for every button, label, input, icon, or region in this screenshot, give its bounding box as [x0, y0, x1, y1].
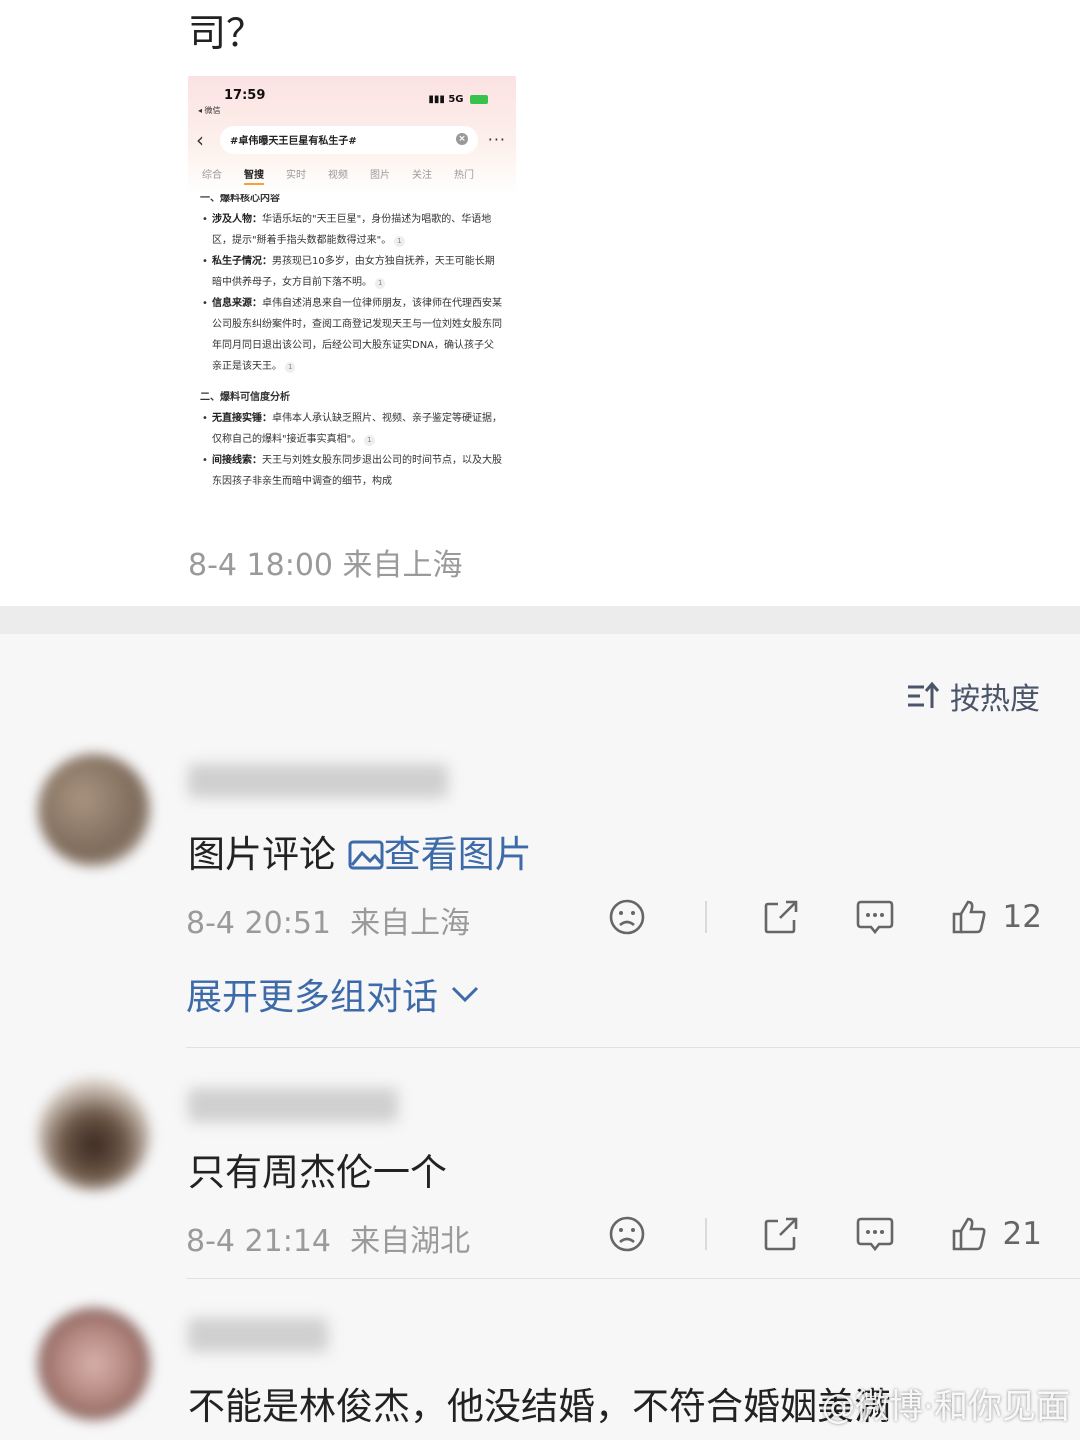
image-icon: [348, 840, 384, 870]
like-count: 12: [1002, 899, 1042, 935]
username-blurred[interactable]: [188, 1318, 328, 1352]
battery-icon: [470, 94, 488, 104]
username-blurred[interactable]: [188, 764, 448, 798]
screenshot-tab: 视频: [328, 170, 348, 181]
comment-text: 只有周杰伦一个: [188, 1151, 447, 1194]
reply-button[interactable]: [855, 1214, 895, 1254]
sort-button[interactable]: 按热度: [906, 674, 1040, 718]
comment-time: 8-4 20:51: [186, 906, 331, 941]
citation-badge: 1: [364, 435, 375, 446]
citation-badge: 1: [285, 362, 296, 373]
view-image-link[interactable]: 查看图片: [348, 833, 532, 876]
screenshot-tab: 实时: [286, 170, 306, 181]
status-network: ▮▮▮ 5G: [428, 94, 488, 105]
status-back-app: ◂ 微信: [198, 106, 221, 115]
like-button[interactable]: [949, 1214, 989, 1254]
screenshot-search-bar: #卓伟曝天王巨星有私生子# ×: [220, 126, 478, 154]
thumb-up-icon: [952, 1217, 986, 1251]
post-image[interactable]: 17:59 ◂ 微信 ▮▮▮ 5G ‹ #卓伟曝天王巨星有私生子# × ··· …: [188, 76, 516, 512]
comment-actions: 12: [553, 897, 1042, 937]
bullet-item: 无直接实锤：卓伟本人承认缺乏照片、视频、亲子鉴定等硬证据，仅称自己的爆料"接近事…: [200, 408, 504, 450]
avatar[interactable]: [38, 1078, 150, 1190]
watermark: @微博·和你见面: [821, 1387, 1070, 1427]
bullet-item: 私生子情况：男孩现已10多岁，由女方独自抚养，天王可能长期暗中供养母子，女方目前…: [200, 251, 504, 293]
screenshot-tab: 综合: [202, 170, 222, 181]
dislike-button[interactable]: [607, 897, 647, 937]
share-button[interactable]: [761, 897, 801, 937]
share-icon: [764, 1217, 797, 1251]
section-divider: [0, 606, 1080, 634]
expand-replies-button[interactable]: 展开更多组对话: [186, 968, 480, 1020]
comments-section: 按热度 图片评论 查看图片 8-4 20:51 来自上海 12 展开更多组对话 …: [0, 634, 1080, 1440]
comment-location: 来自上海: [350, 906, 471, 941]
comment-location: 来自湖北: [350, 1224, 471, 1259]
section-heading: 二、爆料可信度分析: [200, 392, 290, 403]
bullet-item: 涉及人物：华语乐坛的"天王巨星"，身份描述为唱歌的、华语地区，提示"掰着手指头数…: [200, 209, 504, 251]
screenshot-tab: 热门: [454, 170, 474, 181]
comment-divider: [186, 1047, 1080, 1048]
screenshot-tab: 图片: [370, 170, 390, 181]
post-meta: 8-4 18:00 来自上海: [188, 548, 463, 583]
comment-divider: [186, 1278, 1080, 1279]
comment-icon: [856, 900, 893, 935]
comment-time: 8-4 21:14: [186, 1224, 331, 1259]
bullet-item: 间接线索：天王与刘姓女股东同步退出公司的时间节点，以及大股东因孩子非亲生而暗中调…: [200, 450, 504, 492]
comment-meta: 8-4 21:14 来自湖北: [186, 1216, 470, 1260]
share-button[interactable]: [761, 1214, 801, 1254]
dislike-button[interactable]: [607, 1214, 647, 1254]
citation-badge: 1: [375, 278, 386, 289]
comment-actions: 21: [553, 1214, 1042, 1254]
back-chevron-icon: ‹: [196, 128, 204, 152]
share-icon: [764, 900, 797, 934]
screenshot-tab: 关注: [412, 170, 432, 181]
sort-icon: [908, 681, 940, 708]
sort-label: 按热度: [950, 682, 1040, 717]
frown-icon: [609, 899, 644, 935]
citation-badge: 1: [394, 236, 405, 247]
screenshot-tabs: 综合 智搜 实时 视频 图片 关注 热门: [202, 166, 506, 185]
screenshot-header: 17:59 ◂ 微信 ▮▮▮ 5G ‹ #卓伟曝天王巨星有私生子# × ··· …: [188, 76, 516, 194]
comment-text: 不能是林俊杰，他没结婚，不符合婚姻美满: [188, 1385, 891, 1428]
action-separator: [704, 1218, 707, 1250]
post-card: 司？ 17:59 ◂ 微信 ▮▮▮ 5G ‹ #卓伟曝天王巨星有私生子# × ·…: [0, 0, 1080, 606]
more-icon: ···: [487, 130, 506, 149]
comment-meta: 8-4 20:51 来自上海: [186, 898, 470, 942]
clear-icon: ×: [456, 133, 468, 145]
avatar[interactable]: [38, 754, 150, 866]
comment-icon: [856, 1217, 893, 1252]
screenshot-body: 一、爆料核心内容 涉及人物：华语乐坛的"天王巨星"，身份描述为唱歌的、华语地区，…: [188, 188, 516, 492]
username-blurred[interactable]: [188, 1088, 398, 1122]
like-button[interactable]: [949, 897, 989, 937]
comment-text: 图片评论 查看图片: [188, 833, 532, 876]
status-time: 17:59: [224, 88, 266, 103]
thumb-up-icon: [952, 900, 986, 934]
frown-icon: [609, 1216, 644, 1252]
chevron-down-icon: [451, 986, 479, 1003]
post-text-tail: 司？: [188, 11, 265, 55]
avatar[interactable]: [38, 1308, 150, 1420]
signal-icon: ▮▮▮: [428, 94, 445, 105]
network-label: 5G: [448, 94, 464, 105]
search-query: #卓伟曝天王巨星有私生子#: [230, 136, 357, 147]
like-count: 21: [1002, 1216, 1042, 1252]
action-separator: [704, 901, 707, 933]
bullet-item: 信息来源：卓伟自述消息来自一位律师朋友，该律师在代理西安某公司股东纠纷案件时，查…: [200, 293, 504, 377]
screenshot-tab-active: 智搜: [244, 166, 264, 185]
reply-button[interactable]: [855, 897, 895, 937]
